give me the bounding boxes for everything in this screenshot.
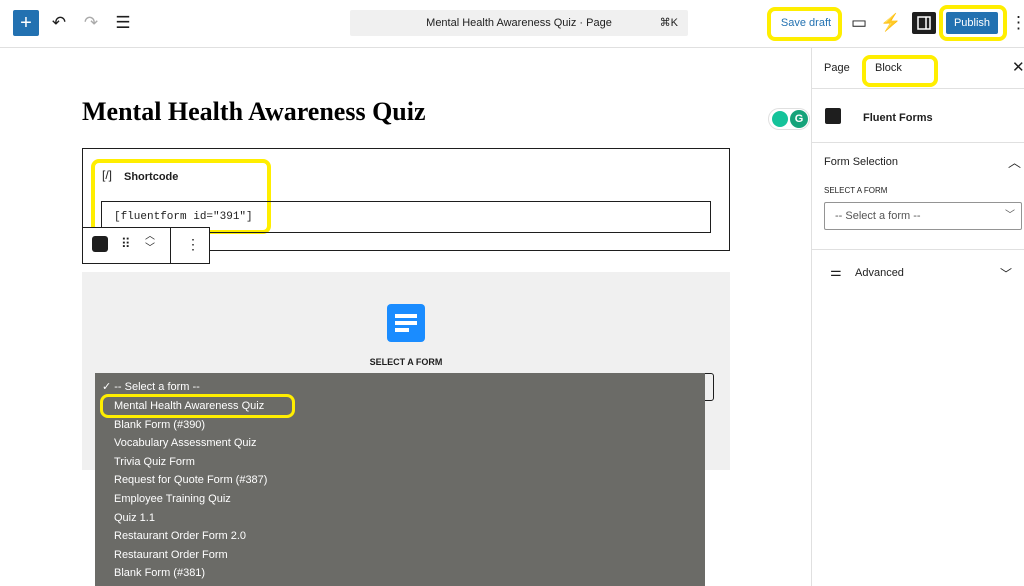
dropdown-option[interactable]: Blank Form (#381)	[114, 564, 205, 582]
select-value: -- Select a form --	[835, 210, 921, 222]
document-title: Mental Health Awareness Quiz · Page	[426, 17, 612, 29]
dropdown-option[interactable]: Employee Training Quiz	[114, 490, 231, 508]
shortcode-label: Shortcode	[124, 171, 179, 183]
list-view-icon[interactable]: ☰	[112, 12, 134, 34]
lightbulb-icon	[772, 111, 788, 127]
grammarly-icon: G	[790, 110, 808, 128]
chevron-down-icon[interactable]: ﹀	[1000, 265, 1012, 282]
toolbar-divider	[170, 228, 171, 263]
block-name: Fluent Forms	[863, 112, 933, 124]
move-up-down-icon[interactable]: ︿ ﹀	[145, 231, 155, 255]
dropdown-option[interactable]: Quiz 1.1	[114, 509, 155, 527]
drag-handle-icon[interactable]: ⠿	[121, 236, 131, 252]
fluent-forms-icon[interactable]	[92, 236, 108, 252]
plus-icon: +	[20, 12, 32, 34]
settings-sidebar	[811, 48, 1024, 586]
sidebar-form-select[interactable]: -- Select a form -- ﹀	[824, 202, 1022, 230]
sidebar-icon	[917, 16, 931, 30]
form-selection-panel-toggle[interactable]: Form Selection	[824, 156, 898, 168]
save-draft-button[interactable]: Save draft	[776, 12, 836, 34]
dropdown-option[interactable]: Request for Quote Form (#387)	[114, 471, 267, 489]
advanced-panel-toggle[interactable]: Advanced	[855, 267, 904, 279]
sliders-icon: ⚌	[830, 264, 842, 279]
dropdown-option[interactable]: Trivia Quiz Form	[114, 453, 195, 471]
tab-block[interactable]: Block	[875, 62, 902, 74]
more-options-icon[interactable]: ⋮	[1010, 12, 1024, 34]
chevron-up-icon[interactable]: ︿	[1008, 152, 1021, 171]
add-block-button[interactable]: +	[13, 10, 39, 36]
shortcut-hint: ⌘K	[659, 17, 678, 29]
grammarly-widget[interactable]: G	[768, 108, 810, 130]
fluent-forms-icon	[825, 108, 841, 124]
close-icon[interactable]: ✕	[1012, 58, 1024, 76]
page-title[interactable]: Mental Health Awareness Quiz	[82, 97, 426, 127]
select-form-label: SELECT A FORM	[369, 357, 443, 367]
highlight-selected-quiz	[100, 394, 295, 418]
dropdown-option[interactable]: Blank Form (#390)	[114, 416, 205, 434]
jetpack-icon[interactable]: ⚡	[880, 12, 902, 34]
dropdown-option[interactable]: Restaurant Order Form	[114, 546, 228, 564]
block-toolbar: ⠿ ︿ ﹀ ⋮	[82, 227, 210, 264]
dropdown-option[interactable]: Vocabulary Assessment Quiz	[114, 434, 256, 452]
divider	[812, 142, 1024, 143]
preview-icon[interactable]: ▭	[848, 12, 870, 34]
undo-icon[interactable]: ↶	[48, 12, 70, 34]
fluent-forms-logo-icon	[387, 304, 425, 342]
shortcode-icon: [/]	[102, 168, 113, 182]
dropdown-option[interactable]: Restaurant Order Form 2.0	[114, 527, 246, 545]
settings-sidebar-toggle[interactable]	[912, 12, 936, 34]
chevron-down-icon: ﹀	[1005, 210, 1015, 221]
publish-button[interactable]: Publish	[946, 12, 998, 34]
redo-icon[interactable]: ↷	[80, 12, 102, 34]
divider	[812, 88, 1024, 89]
divider	[812, 249, 1024, 250]
tab-page[interactable]: Page	[824, 62, 850, 74]
command-palette-bar[interactable]: Mental Health Awareness Quiz · Page ⌘K	[350, 10, 688, 36]
more-options-icon[interactable]: ⋮	[186, 236, 200, 253]
select-form-label: SELECT A FORM	[824, 186, 888, 195]
